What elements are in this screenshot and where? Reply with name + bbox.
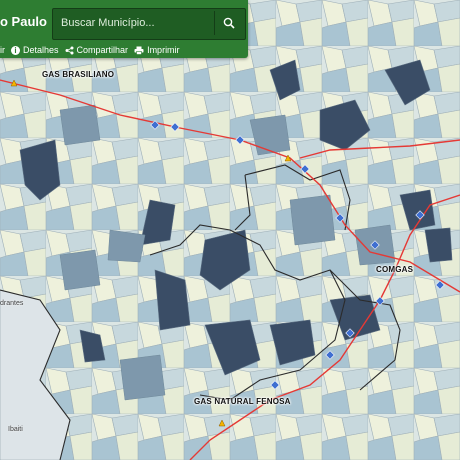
toolbar-label: Compartilhar [76,45,129,55]
toolbar-label: ir [0,45,5,55]
search-input[interactable] [57,12,215,34]
map-canvas[interactable] [0,0,460,460]
search-icon [223,17,235,29]
filter-button[interactable]: ir [0,45,5,55]
details-button[interactable]: i Detalhes [11,45,59,55]
share-button[interactable]: Compartilhar [65,45,129,55]
place-label: drantes [0,300,24,307]
search-button[interactable] [214,11,243,35]
app-title: o Paulo [0,14,47,29]
top-panel: o Paulo ir i Detalhes Compartilhar [0,0,248,58]
print-button[interactable]: Imprimir [134,45,180,55]
print-icon [134,46,144,55]
share-icon [65,46,74,54]
info-icon: i [11,45,20,55]
place-label: Ibaiti [8,426,23,433]
search-box [52,8,246,40]
label-gas-natural-fenosa: GAS NATURAL FENOSA [194,397,291,406]
toolbar: ir i Detalhes Compartilhar Imprimir [0,42,180,58]
toolbar-label: Imprimir [147,45,180,55]
label-comgas: COMGAS [376,265,414,274]
label-gas-brasiliano: GAS BRASILIANO [42,70,115,79]
toolbar-label: Detalhes [23,45,59,55]
